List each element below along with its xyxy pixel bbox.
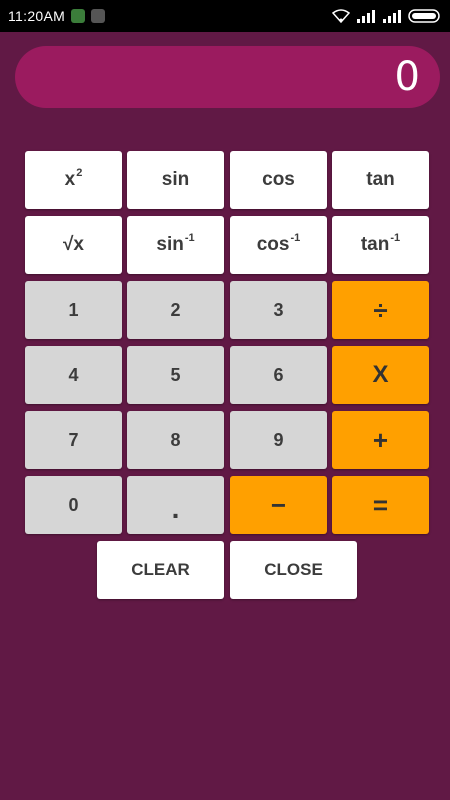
status-bar: 11:20AM — [0, 0, 450, 32]
digit-9-button[interactable]: 9 — [230, 411, 327, 469]
square-button-label: x — [64, 169, 76, 190]
decimal-point-button[interactable]: . — [127, 476, 224, 534]
battery-icon — [408, 9, 442, 23]
digit-4-button[interactable]: 4 — [25, 346, 122, 404]
digit-7-button[interactable]: 7 — [25, 411, 122, 469]
notification-app-icon — [71, 9, 86, 23]
subtract-button[interactable]: − — [230, 476, 327, 534]
divide-button[interactable]: ÷ — [332, 281, 429, 339]
acos-label: cos — [256, 234, 290, 255]
tan-button[interactable]: tan — [332, 151, 429, 209]
square-button[interactable]: x2 — [25, 151, 122, 209]
digit-5-button[interactable]: 5 — [127, 346, 224, 404]
asin-button[interactable]: sin -1 — [127, 216, 224, 274]
square-superscript: 2 — [76, 167, 83, 179]
digit-1-button[interactable]: 1 — [25, 281, 122, 339]
notification-app-icon — [91, 9, 106, 23]
atan-label: tan — [360, 234, 390, 255]
cos-button[interactable]: cos — [230, 151, 327, 209]
atan-superscript: -1 — [390, 232, 401, 244]
signal-icon — [382, 9, 402, 23]
wifi-icon — [332, 9, 350, 23]
equals-button[interactable]: = — [332, 476, 429, 534]
acos-superscript: -1 — [290, 232, 301, 244]
digit-0-button[interactable]: 0 — [25, 476, 122, 534]
status-time: 11:20AM — [8, 8, 66, 24]
close-button[interactable]: CLOSE — [230, 541, 357, 599]
asin-label: sin — [156, 234, 184, 255]
clear-button[interactable]: CLEAR — [97, 541, 224, 599]
signal-icon — [356, 9, 376, 23]
multiply-button[interactable]: X — [332, 346, 429, 404]
atan-button[interactable]: tan -1 — [332, 216, 429, 274]
digit-3-button[interactable]: 3 — [230, 281, 327, 339]
sin-button[interactable]: sin — [127, 151, 224, 209]
acos-button[interactable]: cos -1 — [230, 216, 327, 274]
digit-6-button[interactable]: 6 — [230, 346, 327, 404]
add-button[interactable]: + — [332, 411, 429, 469]
calculator-display: 0 — [15, 46, 440, 108]
asin-superscript: -1 — [184, 232, 195, 244]
digit-8-button[interactable]: 8 — [127, 411, 224, 469]
digit-2-button[interactable]: 2 — [127, 281, 224, 339]
sqrt-button[interactable]: √x — [25, 216, 122, 274]
